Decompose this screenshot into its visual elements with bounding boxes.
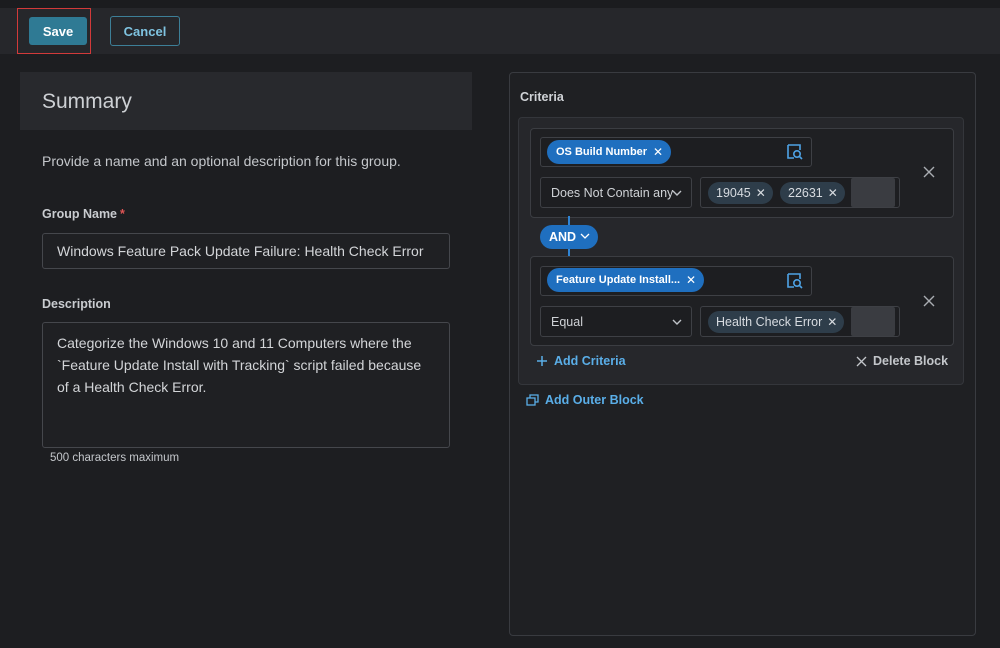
description-label: Description: [42, 297, 111, 311]
close-icon[interactable]: ✕: [686, 268, 696, 292]
rule-2-operator-value: Equal: [551, 315, 583, 329]
rule-1-value-chip-2: 22631 ✕: [780, 182, 845, 204]
delete-block-label: Delete Block: [873, 354, 949, 368]
summary-title: Summary: [42, 90, 132, 113]
and-operator-toggle[interactable]: AND: [540, 225, 598, 249]
required-marker: *: [120, 207, 125, 221]
delete-block-button[interactable]: Delete Block: [856, 354, 948, 368]
chevron-down-icon: [672, 319, 682, 325]
rule-1-value-entry[interactable]: [851, 178, 895, 207]
description-char-limit-hint: 500 characters maximum: [50, 452, 180, 464]
rule-2-operator-select[interactable]: Equal: [540, 306, 692, 337]
rule-1-field-chip: OS Build Number ✕: [547, 140, 672, 164]
field-search-icon[interactable]: [786, 272, 804, 290]
rule-2-field-chip-label: Feature Update Install...: [556, 274, 681, 286]
add-outer-block-label: Add Outer Block: [545, 393, 644, 407]
save-button[interactable]: Save: [29, 17, 87, 45]
remove-rule-close-icon[interactable]: [922, 294, 936, 308]
rule-2-value-1: Health Check Error: [716, 315, 823, 329]
rule-1-value-2: 22631: [788, 186, 823, 200]
rule-2-values-input[interactable]: Health Check Error ✕: [700, 306, 900, 337]
group-name-label: Group Name *: [42, 207, 125, 221]
rule-1-operator-select[interactable]: Does Not Contain any: [540, 177, 692, 208]
rule-1-values-input[interactable]: 19045 ✕ 22631 ✕: [700, 177, 900, 208]
add-criteria-button[interactable]: Add Criteria: [536, 354, 626, 368]
close-icon[interactable]: ✕: [828, 182, 838, 204]
rule-1-value-1: 19045: [716, 186, 751, 200]
stacked-blocks-icon: [526, 394, 539, 406]
rule-1-field-chip-label: OS Build Number: [556, 146, 648, 158]
chevron-down-icon: [672, 190, 682, 196]
close-icon[interactable]: ✕: [827, 311, 837, 333]
add-outer-block-button[interactable]: Add Outer Block: [526, 393, 644, 407]
rule-2-value-entry[interactable]: [851, 307, 895, 336]
close-icon[interactable]: ✕: [756, 182, 766, 204]
criteria-title: Criteria: [520, 90, 564, 104]
add-criteria-label: Add Criteria: [554, 354, 626, 368]
description-textarea[interactable]: Categorize the Windows 10 and 11 Compute…: [42, 322, 450, 448]
cancel-button[interactable]: Cancel: [110, 16, 180, 46]
group-name-label-text: Group Name: [42, 207, 118, 221]
group-name-input[interactable]: Windows Feature Pack Update Failure: Hea…: [42, 233, 450, 269]
summary-description: Provide a name and an optional descripti…: [42, 153, 401, 169]
close-icon: [856, 356, 867, 367]
field-search-icon[interactable]: [786, 143, 804, 161]
plus-icon: [537, 356, 547, 366]
and-operator-label: AND: [549, 230, 577, 244]
chevron-down-icon: [580, 233, 590, 239]
rule-2-value-chip-1: Health Check Error ✕: [708, 311, 845, 333]
rule-1-operator-value: Does Not Contain any: [551, 186, 674, 200]
rule-2-field-chip: Feature Update Install... ✕: [547, 268, 705, 292]
summary-header: Summary: [20, 72, 472, 130]
rule-1-value-chip-1: 19045 ✕: [708, 182, 773, 204]
close-icon[interactable]: ✕: [653, 140, 663, 164]
remove-rule-close-icon[interactable]: [922, 165, 936, 179]
